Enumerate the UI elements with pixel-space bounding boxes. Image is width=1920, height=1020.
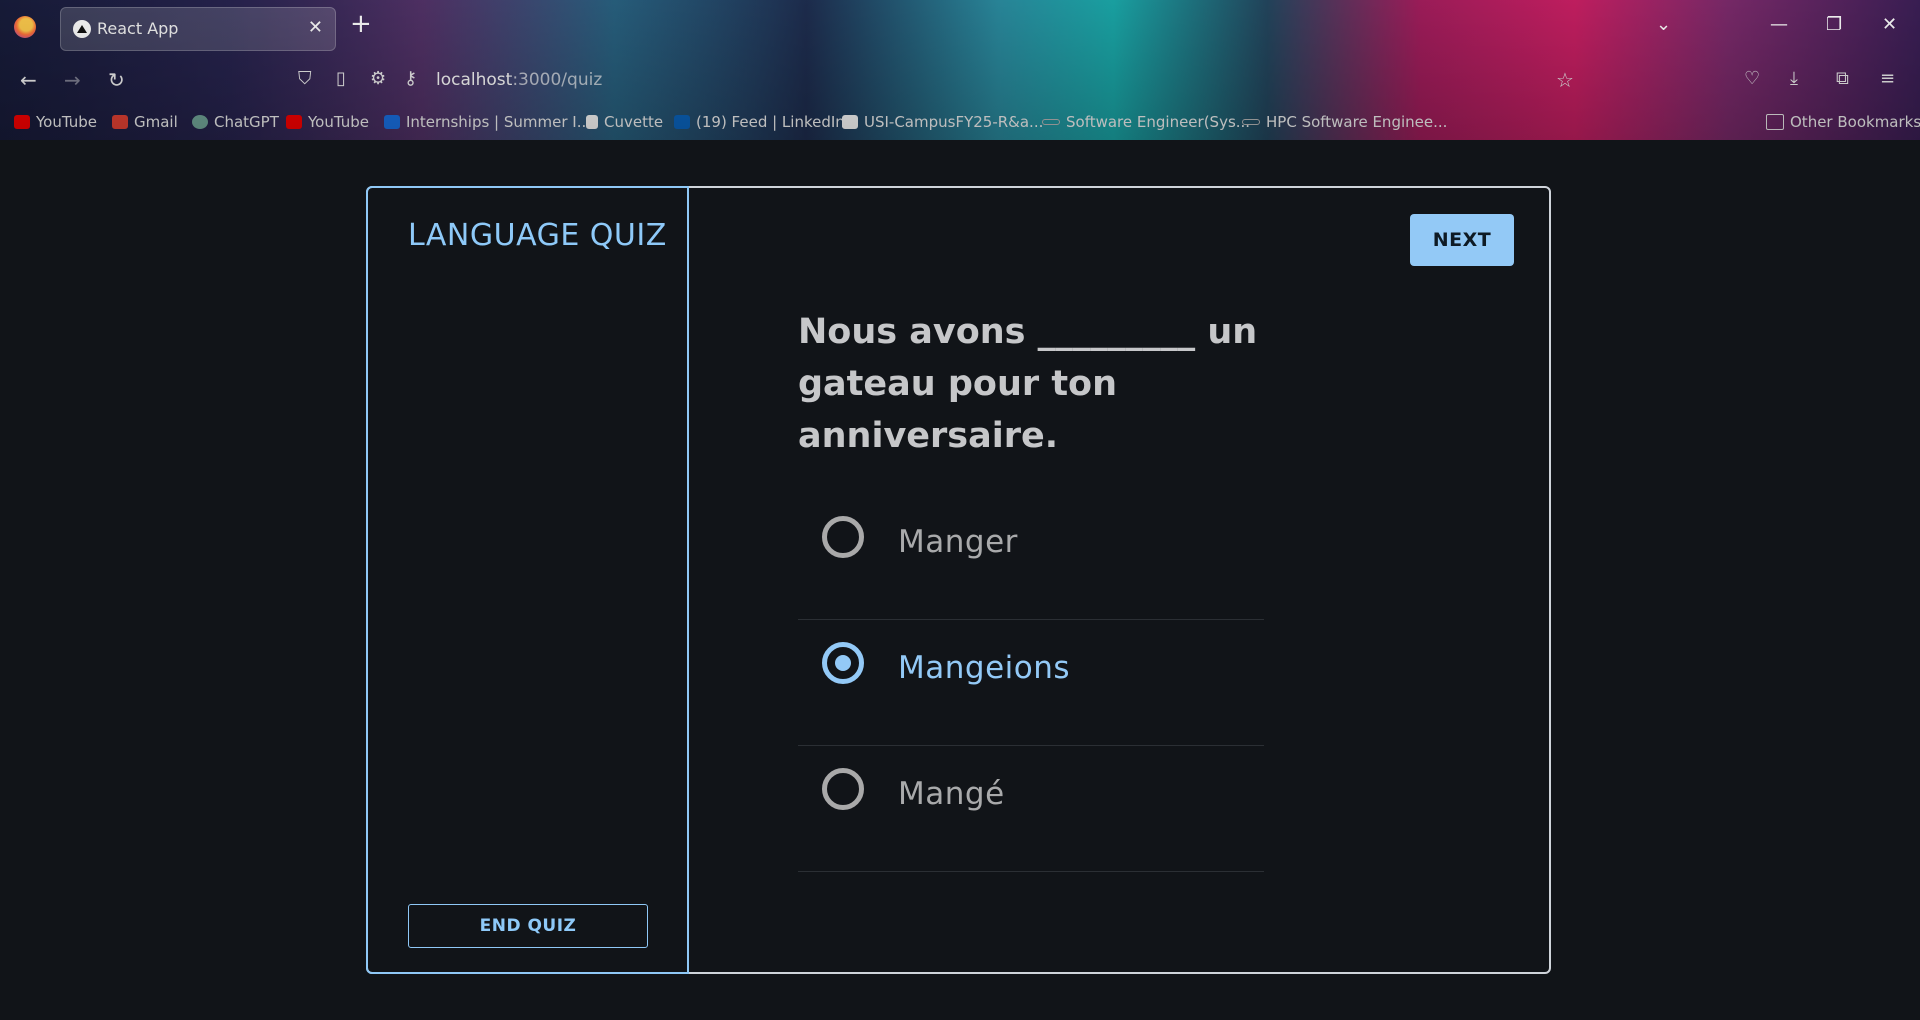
- radio-button-checked[interactable]: [822, 642, 864, 684]
- bookmark-page-icon: [1242, 119, 1260, 125]
- tab-title: React App: [97, 19, 179, 38]
- permissions-icon[interactable]: ⚙: [370, 68, 386, 89]
- option-mange[interactable]: Mangé: [798, 746, 1264, 872]
- linkedin-icon: [674, 115, 690, 129]
- reload-icon[interactable]: ↻: [108, 68, 125, 92]
- next-button[interactable]: NEXT: [1410, 214, 1514, 266]
- gmail-icon: [112, 115, 128, 129]
- cuvette-icon: [586, 115, 598, 129]
- url-host: localhost: [436, 70, 513, 90]
- option-label: Mangeions: [898, 650, 1071, 686]
- firefox-logo-icon[interactable]: [14, 16, 36, 38]
- d-icon: [842, 115, 858, 129]
- question-text: Nous avons _________ un gateau pour ton …: [798, 312, 1258, 456]
- browser-chrome: React App ✕ + ⌄ — ❐ ✕ ← → ↻ ⛉ ▯ ⚙ ⚷ loca…: [0, 0, 1920, 140]
- bookmark-youtube[interactable]: YouTube: [14, 113, 97, 131]
- bookmark-chatgpt[interactable]: ChatGPT: [192, 113, 279, 131]
- key-icon[interactable]: ⚷: [404, 68, 417, 89]
- restore-icon[interactable]: ❐: [1826, 14, 1842, 35]
- new-tab-button[interactable]: +: [350, 11, 372, 37]
- option-label: Mangé: [898, 776, 1005, 812]
- bookmark-linkedin[interactable]: (19) Feed | LinkedIn: [674, 113, 845, 131]
- folder-icon: [1766, 114, 1784, 130]
- downloads-icon[interactable]: ⤓: [1790, 68, 1798, 89]
- other-bookmarks[interactable]: Other Bookmarks: [1766, 113, 1920, 131]
- address-bar[interactable]: localhost:3000/quiz: [436, 70, 602, 90]
- end-quiz-button[interactable]: END QUIZ: [408, 904, 648, 948]
- window-close-icon[interactable]: ✕: [1882, 14, 1897, 35]
- tab-bar: React App ✕ + ⌄ — ❐ ✕: [0, 0, 1920, 54]
- bookmarks-bar: YouTube Gmail ChatGPT YouTube Internship…: [0, 110, 1920, 138]
- page-icon[interactable]: ▯: [336, 68, 346, 89]
- bookmark-hpc-software[interactable]: HPC Software Enginee...: [1242, 113, 1447, 131]
- radio-button[interactable]: [822, 516, 864, 558]
- bookmark-internships[interactable]: Internships | Summer I...: [384, 113, 591, 131]
- bookmark-youtube-2[interactable]: YouTube: [286, 113, 369, 131]
- pocket-icon[interactable]: ♡: [1744, 68, 1760, 89]
- navigation-bar: ← → ↻ ⛉ ▯ ⚙ ⚷ localhost:3000/quiz ☆ ♡ ⤓ …: [0, 54, 1920, 108]
- tab-close-icon[interactable]: ✕: [308, 17, 323, 38]
- answer-options: Manger Mangeions Mangé: [798, 494, 1264, 872]
- bookmark-software-engineer[interactable]: Software Engineer(Sys...: [1042, 113, 1250, 131]
- back-icon[interactable]: ←: [20, 68, 37, 92]
- bookmark-cuvette[interactable]: Cuvette: [586, 113, 663, 131]
- react-app-favicon-icon: [73, 20, 91, 38]
- quiz-card: LANGUAGE QUIZ END QUIZ NEXT Nous avons _…: [366, 186, 1551, 974]
- bookmark-gmail[interactable]: Gmail: [112, 113, 178, 131]
- option-mangeions[interactable]: Mangeions: [798, 620, 1264, 746]
- chatgpt-icon: [192, 115, 208, 129]
- bookmark-page-icon: [1042, 119, 1060, 125]
- tab-react-app[interactable]: React App ✕: [60, 7, 336, 51]
- internshala-icon: [384, 115, 400, 129]
- bookmark-usi-campus[interactable]: USI-CampusFY25-R&a...: [842, 113, 1043, 131]
- shield-icon[interactable]: ⛉: [298, 68, 312, 89]
- window-controls: ⌄ — ❐ ✕: [1620, 0, 1920, 54]
- youtube-icon: [286, 115, 302, 129]
- option-label: Manger: [898, 524, 1018, 560]
- quiz-sidebar: LANGUAGE QUIZ END QUIZ: [366, 186, 689, 974]
- radio-button[interactable]: [822, 768, 864, 810]
- option-manger[interactable]: Manger: [798, 494, 1264, 620]
- youtube-icon: [14, 115, 30, 129]
- list-all-tabs-icon[interactable]: ⌄: [1656, 14, 1671, 35]
- menu-icon[interactable]: ≡: [1880, 68, 1895, 89]
- minimize-icon[interactable]: —: [1770, 14, 1788, 35]
- forward-icon[interactable]: →: [64, 68, 81, 92]
- extensions-icon[interactable]: ⧉: [1836, 68, 1849, 89]
- url-path: :3000/quiz: [512, 70, 603, 90]
- bookmark-star-icon[interactable]: ☆: [1556, 68, 1574, 92]
- quiz-title: LANGUAGE QUIZ: [408, 218, 667, 253]
